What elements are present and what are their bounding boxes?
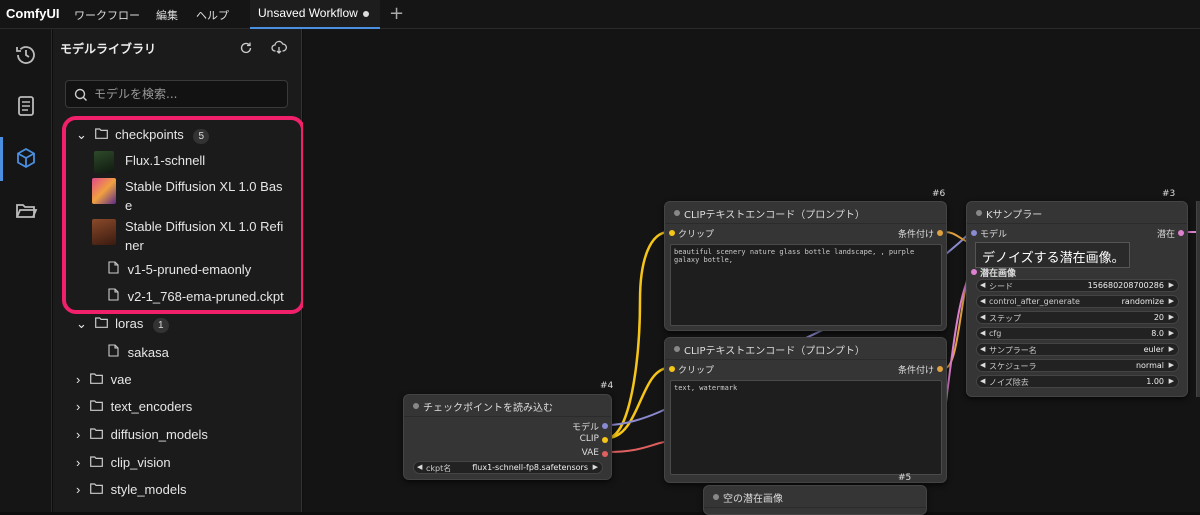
node-header[interactable]: 空の潜在画像 bbox=[704, 486, 926, 508]
collapse-dot-icon[interactable] bbox=[674, 210, 680, 216]
widget-label: シード bbox=[989, 282, 1013, 291]
widget-value: 8.0 bbox=[1151, 329, 1164, 338]
control-after-generate-widget[interactable]: ◀ control_after_generate randomize ▶ bbox=[976, 295, 1179, 308]
prompt-textarea[interactable]: text, watermark bbox=[670, 380, 942, 475]
checkpoint-loader-node[interactable]: チェックポイントを読み込む モデル CLIP VAE ◀ ckpt名 flux1-s… bbox=[403, 394, 612, 480]
decrement-arrow-icon[interactable]: ◀ bbox=[980, 313, 985, 321]
seed-widget[interactable]: ◀ シード 156680208700286 ▶ bbox=[976, 279, 1179, 292]
widget-label: サンプラー名 bbox=[989, 346, 1037, 355]
output-socket-vae[interactable] bbox=[602, 451, 608, 457]
increment-arrow-icon[interactable]: ▶ bbox=[1169, 297, 1174, 305]
increment-arrow-icon[interactable]: ▶ bbox=[1169, 313, 1174, 321]
clip-text-encode-node-negative[interactable]: CLIPテキストエンコード（プロンプト） クリップ 条件付け text, wat… bbox=[664, 337, 947, 483]
node-title: 空の潜在画像 bbox=[723, 494, 783, 505]
widget-value: euler bbox=[1143, 345, 1164, 354]
collapse-dot-icon[interactable] bbox=[713, 494, 719, 500]
output-socket-latent[interactable] bbox=[1178, 230, 1184, 236]
output-socket-clip[interactable] bbox=[602, 437, 608, 443]
widget-value: normal bbox=[1135, 361, 1164, 370]
node-id: #3 bbox=[1162, 189, 1176, 199]
denoise-widget[interactable]: ◀ ノイズ除去 1.00 ▶ bbox=[976, 375, 1179, 388]
increment-arrow-icon[interactable]: ▶ bbox=[593, 463, 598, 471]
prompt-textarea[interactable]: beautiful scenery nature glass bottle la… bbox=[670, 244, 942, 326]
output-label-latent: 潜在 bbox=[1156, 230, 1175, 240]
node-title: CLIPテキストエンコード（プロンプト） bbox=[684, 346, 865, 357]
widget-value: 20 bbox=[1153, 313, 1164, 322]
output-socket-model[interactable] bbox=[602, 423, 608, 429]
decrement-arrow-icon[interactable]: ◀ bbox=[417, 463, 422, 471]
clip-wire-2 bbox=[606, 366, 670, 440]
output-socket-conditioning[interactable] bbox=[937, 230, 943, 236]
decrement-arrow-icon[interactable]: ◀ bbox=[980, 377, 985, 385]
node-header[interactable]: CLIPテキストエンコード（プロンプト） bbox=[665, 202, 946, 224]
sampler-name-widget[interactable]: ◀ サンプラー名 euler ▶ bbox=[976, 343, 1179, 356]
widget-label: ステップ bbox=[989, 314, 1021, 323]
node-header[interactable]: CLIPテキストエンコード（プロンプト） bbox=[665, 338, 946, 360]
output-socket-conditioning[interactable] bbox=[937, 366, 943, 372]
increment-arrow-icon[interactable]: ▶ bbox=[1169, 377, 1174, 385]
widget-label: ノイズ除去 bbox=[989, 378, 1029, 387]
input-label-clip: クリップ bbox=[678, 366, 715, 376]
input-label-clip: クリップ bbox=[678, 230, 715, 240]
decrement-arrow-icon[interactable]: ◀ bbox=[980, 281, 985, 289]
collapse-dot-icon[interactable] bbox=[413, 403, 419, 409]
node-title: チェックポイントを読み込む bbox=[423, 403, 553, 414]
increment-arrow-icon[interactable]: ▶ bbox=[1169, 361, 1174, 369]
node-header[interactable]: チェックポイントを読み込む bbox=[404, 395, 611, 417]
collapse-dot-icon[interactable] bbox=[674, 346, 680, 352]
steps-widget[interactable]: ◀ ステップ 20 ▶ bbox=[976, 311, 1179, 324]
cfg-widget[interactable]: ◀ cfg 8.0 ▶ bbox=[976, 327, 1179, 340]
input-socket-clip[interactable] bbox=[669, 366, 675, 372]
widget-label: スケジューラ bbox=[989, 362, 1037, 371]
increment-arrow-icon[interactable]: ▶ bbox=[1169, 329, 1174, 337]
node-title: CLIPテキストエンコード（プロンプト） bbox=[684, 210, 865, 221]
scheduler-widget[interactable]: ◀ スケジューラ normal ▶ bbox=[976, 359, 1179, 372]
input-socket-latent-image[interactable] bbox=[971, 269, 977, 275]
node-header[interactable]: Kサンプラー bbox=[967, 202, 1187, 224]
output-label-conditioning: 条件付け bbox=[897, 230, 934, 240]
widget-label: ckpt名 bbox=[426, 464, 452, 473]
ckpt-name-widget[interactable]: ◀ ckpt名 flux1-schnell-fp8.safetensors ▶ bbox=[413, 461, 603, 474]
decrement-arrow-icon[interactable]: ◀ bbox=[980, 345, 985, 353]
input-socket-model[interactable] bbox=[971, 230, 977, 236]
widget-label: control_after_generate bbox=[989, 297, 1080, 306]
increment-arrow-icon[interactable]: ▶ bbox=[1169, 345, 1174, 353]
decrement-arrow-icon[interactable]: ◀ bbox=[980, 361, 985, 369]
widget-value: 156680208700286 bbox=[1087, 281, 1164, 290]
collapse-dot-icon[interactable] bbox=[976, 210, 982, 216]
node-id: #6 bbox=[932, 189, 946, 199]
output-label-conditioning: 条件付け bbox=[897, 366, 934, 376]
clip-text-encode-node-positive[interactable]: CLIPテキストエンコード（プロンプト） クリップ 条件付け beautiful… bbox=[664, 201, 947, 331]
socket-tooltip: デノイズする潜在画像。 bbox=[975, 242, 1130, 268]
input-socket-clip[interactable] bbox=[669, 230, 675, 236]
empty-latent-image-node[interactable]: 空の潜在画像 bbox=[703, 485, 927, 515]
decrement-arrow-icon[interactable]: ◀ bbox=[980, 329, 985, 337]
input-label-model: モデル bbox=[980, 230, 1008, 240]
widget-value: randomize bbox=[1121, 297, 1164, 306]
output-label-model: モデル bbox=[571, 423, 599, 433]
node-title: Kサンプラー bbox=[986, 210, 1043, 221]
widget-value: flux1-schnell-fp8.safetensors bbox=[472, 463, 588, 472]
output-label-clip: CLIP bbox=[579, 434, 599, 444]
node-id: #4 bbox=[600, 381, 614, 391]
vae-wire bbox=[606, 441, 665, 453]
widget-value: 1.00 bbox=[1146, 377, 1164, 386]
offscreen-node-edge bbox=[1196, 201, 1200, 397]
ksampler-node[interactable]: Kサンプラー モデル 潜在 潜在画像 ◀ シード 156680208700286 ▶ … bbox=[966, 201, 1188, 397]
increment-arrow-icon[interactable]: ▶ bbox=[1169, 281, 1174, 289]
node-id: #5 bbox=[898, 473, 912, 483]
output-label-vae: VAE bbox=[581, 448, 599, 458]
decrement-arrow-icon[interactable]: ◀ bbox=[980, 297, 985, 305]
widget-label: cfg bbox=[989, 329, 1002, 338]
